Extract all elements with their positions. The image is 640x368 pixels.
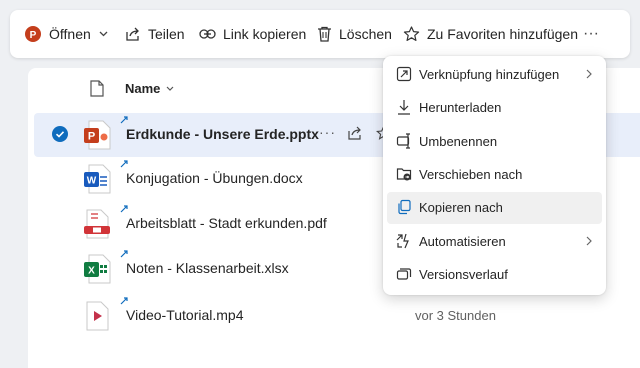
sync-icon [120,250,128,258]
context-menu: Verknüpfung hinzufügen Herunterladen Umb… [383,56,606,295]
xlsx-file-icon: X [83,254,111,284]
menu-item-automate[interactable]: Automatisieren [387,226,602,258]
row-share-icon[interactable] [348,126,363,140]
sort-chevron-icon [166,86,174,91]
automate-icon [396,233,412,249]
sync-icon [120,205,128,213]
shortcut-icon [396,66,412,82]
trash-icon [317,26,332,42]
svg-text:W: W [87,176,97,187]
menu-item-version-history[interactable]: Versionsverlauf [387,259,602,291]
file-type-header-icon[interactable] [90,80,104,97]
svg-text:P: P [88,131,95,143]
download-icon [396,99,412,115]
open-button[interactable]: P Öffnen [24,10,108,58]
menu-item-move-to[interactable]: Verschieben nach [387,159,602,191]
file-name[interactable]: Video-Tutorial.mp4 [126,307,244,323]
chevron-right-icon [586,236,592,246]
menu-item-label: Verschieben nach [419,167,523,182]
sync-icon [120,160,128,168]
video-file-icon [83,301,111,331]
menu-item-rename[interactable]: Umbenennen [387,126,602,158]
delete-label: Löschen [339,26,392,42]
modified-date: vor 3 Stunden [415,308,496,323]
link-icon [199,28,216,40]
add-to-favorites-button[interactable]: Zu Favoriten hinzufügen [403,10,578,58]
rename-icon [396,133,412,149]
share-icon [125,26,141,42]
pptx-file-icon: P [83,120,111,150]
chevron-right-icon [586,69,592,79]
sync-icon [120,297,128,305]
copy-icon [396,199,412,215]
powerpoint-icon: P [24,25,42,43]
star-icon [403,26,420,42]
more-label: ··· [583,25,599,42]
delete-button[interactable]: Löschen [317,10,392,58]
menu-item-add-shortcut[interactable]: Verknüpfung hinzufügen [387,59,602,91]
open-label: Öffnen [49,26,91,42]
menu-item-label: Versionsverlauf [419,267,508,282]
move-icon [396,166,412,182]
favorite-label: Zu Favoriten hinzufügen [427,26,578,42]
menu-item-download[interactable]: Herunterladen [387,92,602,124]
file-name[interactable]: Konjugation - Übungen.docx [126,170,303,186]
name-column-header[interactable]: Name [125,81,174,96]
copy-link-label: Link kopieren [223,26,307,42]
file-name[interactable]: Arbeitsblatt - Stadt erkunden.pdf [126,215,327,231]
more-options-button[interactable]: ··· [583,10,599,58]
chevron-down-icon [99,31,108,37]
selected-check-icon[interactable] [52,126,68,142]
version-history-icon [396,266,412,282]
name-header-label: Name [125,81,161,96]
menu-item-label: Automatisieren [419,234,506,249]
svg-text:X: X [88,266,95,277]
table-row[interactable]: Video-Tutorial.mp4 vor 3 Stunden [34,294,640,338]
menu-item-copy-to[interactable]: Kopieren nach [387,192,602,224]
menu-item-label: Umbenennen [419,134,498,149]
docx-file-icon: W [83,164,111,194]
menu-item-label: Verknüpfung hinzufügen [419,67,560,82]
svg-text:P: P [30,30,37,41]
file-name[interactable]: Erdkunde - Unsere Erde.pptx [126,126,319,142]
share-label: Teilen [148,26,185,42]
menu-item-label: Kopieren nach [419,200,503,215]
sync-icon [120,116,128,124]
copy-link-button[interactable]: Link kopieren [199,10,306,58]
menu-item-label: Herunterladen [419,100,502,115]
command-bar: P Öffnen Teilen Link kopieren Löschen Zu… [10,10,630,58]
file-name[interactable]: Noten - Klassenarbeit.xlsx [126,260,289,276]
share-button[interactable]: Teilen [125,10,185,58]
pdf-file-icon [83,209,111,239]
row-more-button[interactable]: ··· [319,124,336,140]
